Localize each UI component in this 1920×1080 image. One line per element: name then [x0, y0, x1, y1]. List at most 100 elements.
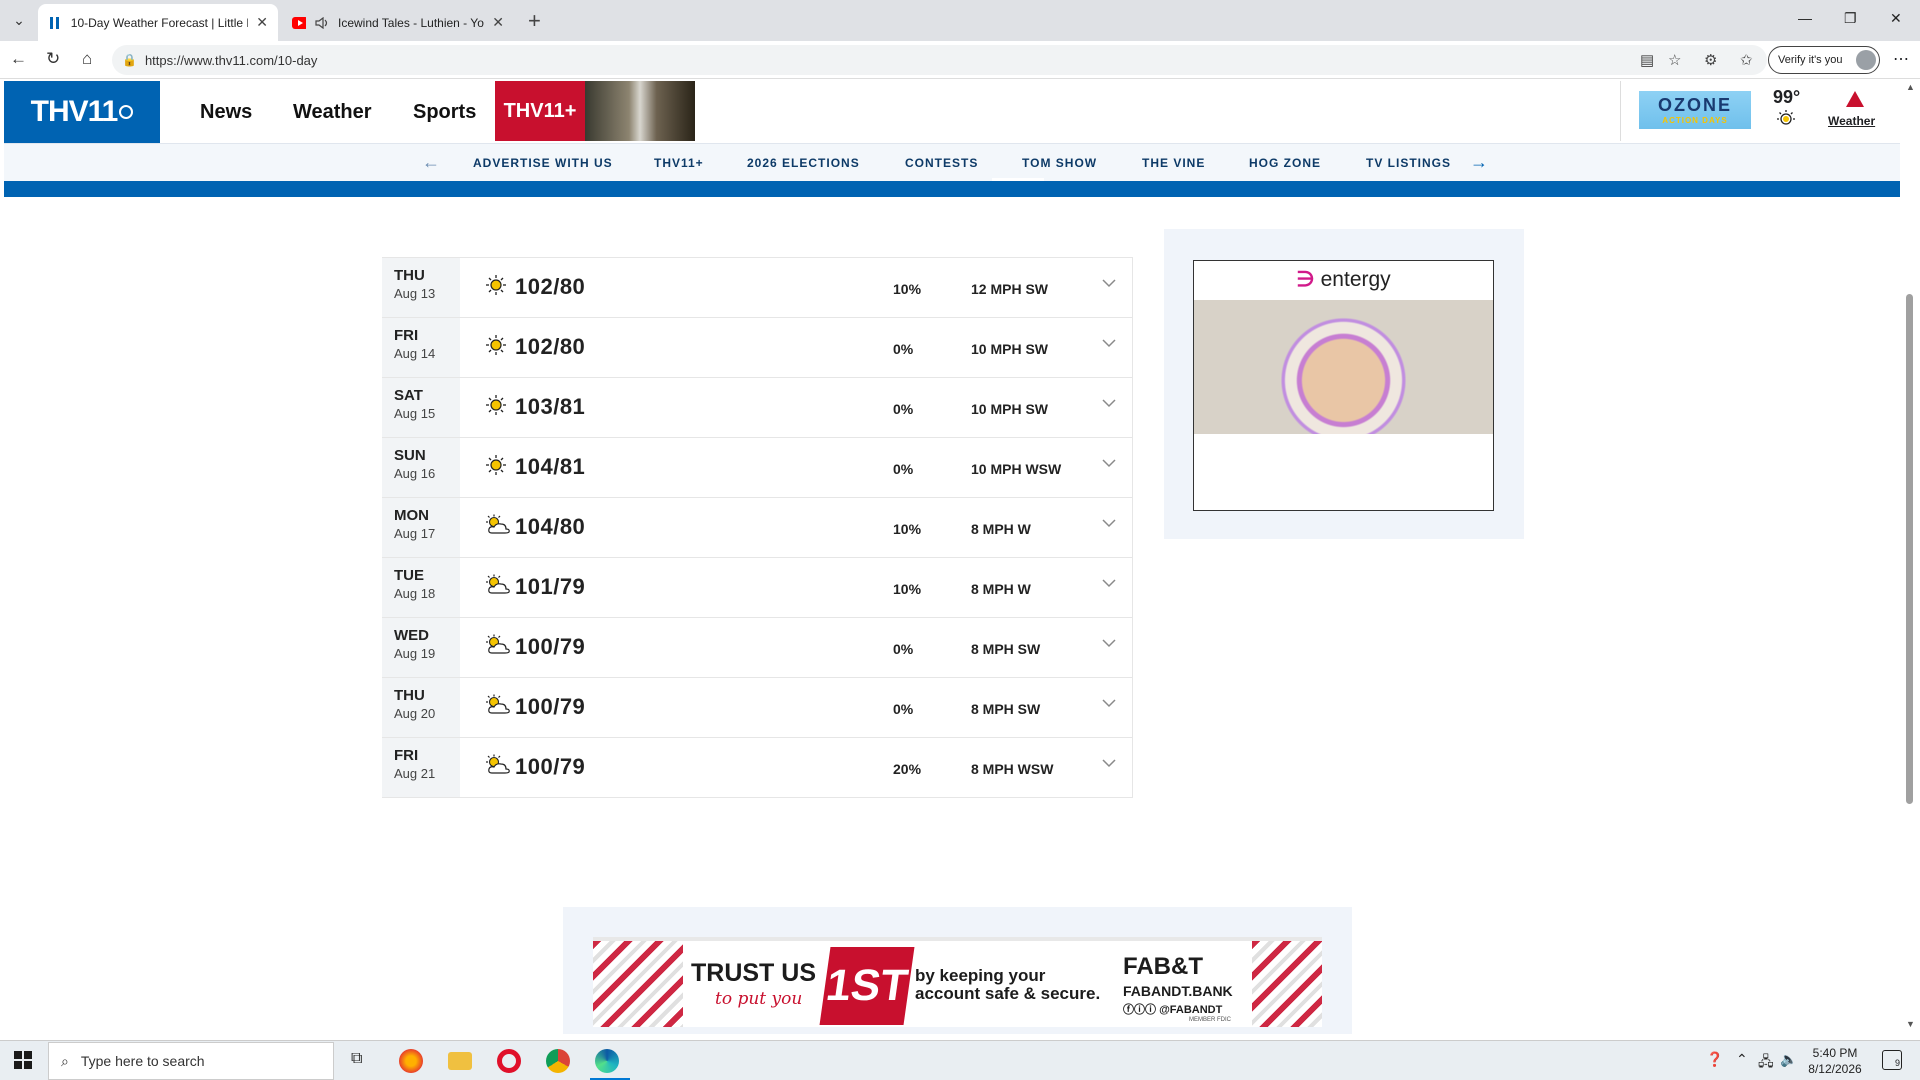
logo-text: THV11 [30, 95, 119, 128]
chrome-icon[interactable] [546, 1049, 570, 1073]
expand-chevron-icon[interactable] [1102, 335, 1116, 351]
favorites-icon[interactable]: ✩ [1740, 51, 1753, 69]
page-scrollbar[interactable]: ▲ ▼ [1900, 79, 1920, 1034]
subnav-tv-listings[interactable]: TV LISTINGS [1366, 156, 1451, 170]
forecast-wind: 10 MPH WSW [971, 461, 1062, 477]
forecast-row[interactable]: SAT Aug 15 103/81 0% 10 MPH SW [382, 378, 1133, 438]
forecast-precip: 10% [893, 281, 922, 297]
forecast-date: Aug 21 [394, 766, 436, 781]
ad-stripes-right [1252, 941, 1322, 1027]
thv11-favicon [48, 16, 62, 30]
forecast-precip: 0% [893, 401, 914, 417]
forecast-row[interactable]: SUN Aug 16 104/81 0% 10 MPH WSW [382, 438, 1133, 498]
forecast-wind: 12 MPH SW [971, 281, 1049, 297]
forecast-row[interactable]: THU Aug 20 100/79 0% 8 MPH SW [382, 678, 1133, 738]
thv11-logo[interactable]: THV11 [4, 81, 160, 143]
system-clock[interactable]: 5:40 PM 8/12/2026 [1795, 1045, 1875, 1077]
expand-chevron-icon[interactable] [1102, 575, 1116, 591]
expand-chevron-icon[interactable] [1102, 275, 1116, 291]
favorite-star-icon[interactable]: ☆ [1668, 51, 1681, 69]
tab-weather[interactable]: 10-Day Weather Forecast | Little R ✕ [38, 4, 278, 41]
close-window-icon[interactable]: ✕ [1890, 10, 1902, 27]
ozone-action-days-badge[interactable]: OZONE ACTION DAYS [1639, 91, 1751, 129]
subnav-next-arrow-icon[interactable]: → [1470, 152, 1488, 173]
subnav-advertise[interactable]: ADVERTISE WITH US [473, 156, 613, 170]
opera-icon[interactable] [497, 1049, 521, 1073]
subnav-elections[interactable]: 2026 ELECTIONS [747, 156, 860, 170]
nav-weather[interactable]: Weather [293, 101, 372, 124]
extensions-icon[interactable]: ⚙ [1704, 51, 1717, 69]
reader-mode-icon[interactable]: ▤ [1640, 51, 1654, 69]
expand-chevron-icon[interactable] [1102, 455, 1116, 471]
subnav-prev-arrow-icon[interactable]: ← [422, 152, 440, 173]
forecast-date: Aug 16 [394, 466, 436, 481]
verify-profile-button[interactable]: Verify it's you [1768, 46, 1880, 74]
minimize-icon[interactable]: — [1798, 10, 1812, 26]
forecast-row[interactable]: TUE Aug 18 101/79 10% 8 MPH W [382, 558, 1133, 618]
scroll-up-icon[interactable]: ▲ [1906, 82, 1915, 92]
close-tab-icon[interactable]: ✕ [256, 14, 268, 31]
forecast-date: Aug 18 [394, 586, 436, 601]
forecast-row[interactable]: THU Aug 13 102/80 10% 12 MPH SW [382, 258, 1133, 318]
more-menu-icon[interactable]: ⋯ [1893, 49, 1909, 69]
help-icon[interactable]: ❓ [1706, 1051, 1723, 1068]
ozone-title: OZONE [1657, 95, 1732, 115]
forecast-date: Aug 17 [394, 526, 436, 541]
close-tab-icon[interactable]: ✕ [492, 14, 504, 31]
home-icon[interactable]: ⌂ [82, 49, 92, 69]
subnav-hog-zone[interactable]: HOG ZONE [1249, 156, 1321, 170]
subnav-tom-show[interactable]: TOM SHOW [1022, 156, 1097, 170]
taskbar-search-box[interactable]: ⌕ Type here to search [48, 1042, 334, 1080]
network-icon[interactable]: 🖧 [1758, 1051, 1774, 1075]
nav-news[interactable]: News [200, 101, 252, 124]
ad-trust-text: TRUST US [691, 959, 816, 987]
scroll-down-icon[interactable]: ▼ [1906, 1019, 1915, 1029]
expand-chevron-icon[interactable] [1102, 695, 1116, 711]
file-explorer-icon[interactable] [448, 1052, 472, 1070]
edge-icon[interactable] [595, 1049, 619, 1073]
forecast-temps: 104/81 [515, 454, 586, 479]
subnav-the-vine[interactable]: THE VINE [1142, 156, 1205, 170]
reload-icon[interactable]: ↻ [46, 49, 60, 69]
entergy-ad[interactable]: ∋ entergy [1193, 260, 1494, 511]
show-hidden-icons-icon[interactable]: ⌃ [1736, 1051, 1748, 1068]
lock-icon[interactable]: 🔒 [122, 53, 137, 67]
weather-alert-icon[interactable] [1846, 91, 1864, 107]
forecast-row[interactable]: FRI Aug 21 100/79 20% 8 MPH WSW [382, 738, 1133, 798]
expand-chevron-icon[interactable] [1102, 635, 1116, 651]
subnav-thv11-plus[interactable]: THV11+ [654, 156, 704, 170]
subnav-contests[interactable]: CONTESTS [905, 156, 978, 170]
nav-sports[interactable]: Sports [413, 101, 476, 124]
expand-chevron-icon[interactable] [1102, 755, 1116, 771]
tab-actions-icon[interactable]: ⌄ [6, 7, 32, 33]
forecast-dow: SAT [394, 387, 423, 404]
partly-cloudy-icon [485, 754, 511, 781]
forecast-row[interactable]: MON Aug 17 104/80 10% 8 MPH W [382, 498, 1133, 558]
forecast-dow: MON [394, 507, 429, 524]
forecast-dow: SUN [394, 447, 426, 464]
search-icon: ⌕ [61, 1052, 69, 1069]
speaker-icon[interactable] [315, 16, 329, 30]
forecast-precip: 0% [893, 701, 914, 717]
weather-alert-link[interactable]: Weather [1828, 114, 1875, 128]
notification-center-icon[interactable]: 9 [1882, 1050, 1902, 1070]
expand-chevron-icon[interactable] [1102, 395, 1116, 411]
forecast-row[interactable]: WED Aug 19 100/79 0% 8 MPH SW [382, 618, 1133, 678]
new-tab-icon[interactable]: + [528, 8, 541, 34]
back-icon[interactable]: ← [10, 49, 27, 69]
windows-start-icon[interactable] [14, 1051, 32, 1069]
thv11-plus-button[interactable]: THV11+ [495, 81, 585, 141]
tab-youtube[interactable]: Icewind Tales - Luthien - YouT ✕ [282, 4, 514, 41]
current-temperature[interactable]: 99° [1773, 87, 1800, 108]
thv11-plus-promo-image[interactable] [585, 81, 695, 141]
verify-label: Verify it's you [1778, 54, 1843, 66]
address-bar[interactable]: 🔒 https://www.thv11.com/10-day [112, 45, 1767, 75]
restore-icon[interactable]: ❐ [1844, 10, 1857, 27]
forecast-precip: 0% [893, 641, 914, 657]
forecast-row[interactable]: FRI Aug 14 102/80 0% 10 MPH SW [382, 318, 1133, 378]
scroll-thumb[interactable] [1906, 294, 1913, 804]
expand-chevron-icon[interactable] [1102, 515, 1116, 531]
fabt-bank-ad[interactable]: TRUST US to put you 1ST by keeping your a… [593, 937, 1322, 1027]
firefox-icon[interactable] [399, 1049, 423, 1073]
task-view-icon[interactable]: ⧉ [351, 1050, 362, 1068]
